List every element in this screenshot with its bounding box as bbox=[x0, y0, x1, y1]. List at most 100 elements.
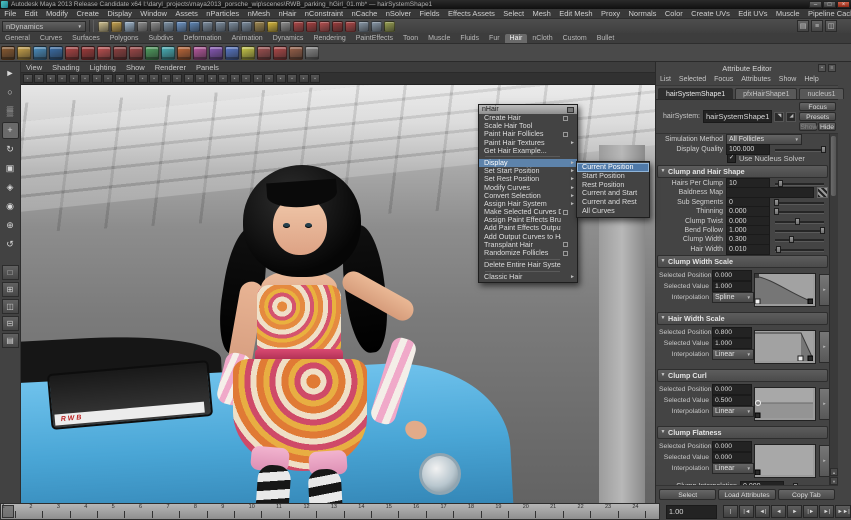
viewport-toolbar-icon[interactable]: ▪ bbox=[138, 74, 148, 83]
tool-icon[interactable]: ⊕ bbox=[2, 217, 19, 234]
option-box-icon[interactable] bbox=[563, 210, 568, 215]
focus-button[interactable]: Focus bbox=[799, 102, 836, 111]
context-menu-item[interactable]: Modify Curves ► bbox=[479, 184, 577, 192]
footer-button[interactable]: Load Attributes bbox=[718, 489, 775, 500]
statusline-separator[interactable] bbox=[89, 20, 94, 32]
pin-icon[interactable]: ▪ bbox=[818, 64, 826, 72]
context-menu-item[interactable]: Delete Entire Hair System ► bbox=[479, 261, 577, 269]
playback-button[interactable]: ► bbox=[787, 505, 802, 518]
viewport-toolbar-icon[interactable]: ▪ bbox=[57, 74, 67, 83]
timeline-tick[interactable]: 7 bbox=[165, 504, 192, 519]
shelf-icon[interactable] bbox=[193, 46, 207, 60]
viewport-toolbar-icon[interactable]: ▪ bbox=[241, 74, 251, 83]
interpolation-dropdown[interactable]: Linear▼ bbox=[712, 463, 754, 474]
viewport-toolbar-icon[interactable]: ▪ bbox=[253, 74, 263, 83]
viewport-toolbar-icon[interactable]: ▪ bbox=[92, 74, 102, 83]
menubar-item[interactable]: Color bbox=[661, 9, 687, 18]
shelf-icon[interactable] bbox=[129, 46, 143, 60]
node-tab[interactable]: hairSystemShape1 bbox=[658, 88, 733, 99]
viewport-menu-item[interactable]: View bbox=[21, 63, 47, 72]
menubar-item[interactable]: Effects Assets bbox=[444, 9, 499, 18]
expand-ramp-button[interactable]: ▸ bbox=[819, 445, 829, 477]
interpolation-dropdown[interactable]: Linear▼ bbox=[712, 406, 754, 417]
context-menu-item[interactable]: Make Selected Curves Dynamic ► bbox=[479, 208, 577, 216]
layout-button[interactable]: ⊟ bbox=[2, 316, 19, 331]
clump-flatness-ramp[interactable] bbox=[754, 444, 816, 478]
hairs-per-clump-slider[interactable] bbox=[775, 179, 824, 188]
playback-button[interactable]: ►| bbox=[819, 505, 834, 518]
playback-button[interactable]: |► bbox=[803, 505, 818, 518]
playback-button[interactable]: |◄ bbox=[739, 505, 754, 518]
section-clump-flatness[interactable]: ▼ Clump Flatness bbox=[657, 426, 828, 439]
statusline-icon[interactable] bbox=[215, 21, 226, 32]
presets-button[interactable]: Presets bbox=[799, 112, 836, 121]
viewport-menu-item[interactable]: Show bbox=[121, 63, 150, 72]
sidebar-toggle-icon[interactable]: ▤ bbox=[797, 20, 809, 32]
viewport-toolbar-icon[interactable]: ▪ bbox=[184, 74, 194, 83]
shelf-tab[interactable]: nCloth bbox=[527, 34, 557, 43]
statusline-icon[interactable] bbox=[293, 21, 304, 32]
menubar-item[interactable]: Modify bbox=[42, 9, 72, 18]
section-clump-width-scale[interactable]: ▼ Clump Width Scale bbox=[657, 255, 828, 268]
hair-width-scale-ramp[interactable] bbox=[754, 330, 816, 364]
layout-button[interactable]: □ bbox=[2, 265, 19, 280]
menubar-item[interactable]: Fields bbox=[415, 9, 443, 18]
current-frame-marker[interactable] bbox=[2, 505, 14, 518]
viewport-toolbar-icon[interactable]: ▪ bbox=[207, 74, 217, 83]
submenu-item[interactable]: All Curves bbox=[577, 207, 649, 216]
timeline-tick[interactable]: 18 bbox=[467, 504, 494, 519]
preset-node-icon[interactable]: ◢ bbox=[786, 112, 796, 122]
menubar-item[interactable]: Edit bbox=[20, 9, 41, 18]
submenu-item[interactable]: Start Position bbox=[577, 172, 649, 181]
window-control-button[interactable]: □ bbox=[823, 1, 836, 8]
shelf-tab[interactable]: General bbox=[0, 34, 35, 43]
viewport-toolbar-icon[interactable]: ▪ bbox=[46, 74, 56, 83]
section-clump-and-hair-shape[interactable]: ▼ Clump and Hair Shape bbox=[657, 165, 828, 178]
option-box-icon[interactable] bbox=[563, 132, 568, 137]
shelf-tab[interactable]: Rendering bbox=[308, 34, 350, 43]
timeline-tick[interactable]: 20 bbox=[522, 504, 549, 519]
selected-position-field[interactable]: 0.000 bbox=[712, 441, 752, 452]
selected-value-field[interactable]: 1.000 bbox=[712, 338, 752, 349]
statusline-icon[interactable] bbox=[124, 21, 135, 32]
menubar-item[interactable]: nConstraint bbox=[301, 9, 348, 18]
timeline-tick[interactable]: 8 bbox=[193, 504, 220, 519]
shelf-tab[interactable]: Fluids bbox=[455, 34, 484, 43]
use-nucleus-solver-checkbox[interactable]: ✓ bbox=[727, 154, 736, 163]
expand-ramp-button[interactable]: ▸ bbox=[819, 388, 829, 420]
menu-set-dropdown[interactable]: nDynamics ▼ bbox=[2, 21, 86, 32]
menu-icon[interactable]: ≡ bbox=[828, 64, 836, 72]
context-menu-item[interactable]: Randomize Follicles ► bbox=[479, 249, 577, 257]
timeline-tick[interactable]: 10 bbox=[248, 504, 275, 519]
menubar-item[interactable]: Normals bbox=[624, 9, 660, 18]
timeline-tick[interactable]: 13 bbox=[330, 504, 357, 519]
tool-icon[interactable]: ► bbox=[2, 65, 19, 82]
node-tab[interactable]: pfxHairShape1 bbox=[735, 88, 797, 99]
attribute-editor-menu-item[interactable]: Help bbox=[800, 76, 822, 83]
scrollbar-thumb[interactable] bbox=[831, 136, 836, 196]
shelf-icon[interactable] bbox=[97, 46, 111, 60]
attribute-editor-menu-item[interactable]: List bbox=[656, 76, 675, 83]
statusline-icon[interactable] bbox=[254, 21, 265, 32]
show-button[interactable]: Show bbox=[799, 122, 817, 131]
current-frame-field[interactable]: 1.00 bbox=[666, 505, 717, 519]
option-box-icon[interactable] bbox=[563, 242, 568, 247]
viewport-toolbar-icon[interactable]: ▪ bbox=[172, 74, 182, 83]
statusline-icon[interactable] bbox=[384, 21, 395, 32]
shelf-icon[interactable] bbox=[145, 46, 159, 60]
menubar-item[interactable]: Muscle bbox=[772, 9, 804, 18]
sub-segments-slider[interactable] bbox=[775, 198, 824, 207]
tool-icon[interactable]: ◈ bbox=[2, 179, 19, 196]
attribute-editor-menu-item[interactable]: Show bbox=[775, 76, 801, 83]
layout-button[interactable]: ◫ bbox=[2, 299, 19, 314]
shelf-tab[interactable]: Deformation bbox=[178, 34, 226, 43]
thinning-slider[interactable] bbox=[775, 207, 824, 216]
shelf-tab[interactable]: Hair bbox=[505, 34, 528, 43]
selected-position-field[interactable]: 0.000 bbox=[712, 270, 752, 281]
section-clump-curl[interactable]: ▼ Clump Curl bbox=[657, 369, 828, 382]
shelf-icon[interactable] bbox=[113, 46, 127, 60]
viewport-toolbar-icon[interactable]: ▪ bbox=[34, 74, 44, 83]
window-control-button[interactable]: – bbox=[809, 1, 822, 8]
menubar-item[interactable]: nParticles bbox=[202, 9, 243, 18]
viewport-toolbar-icon[interactable]: ▪ bbox=[80, 74, 90, 83]
